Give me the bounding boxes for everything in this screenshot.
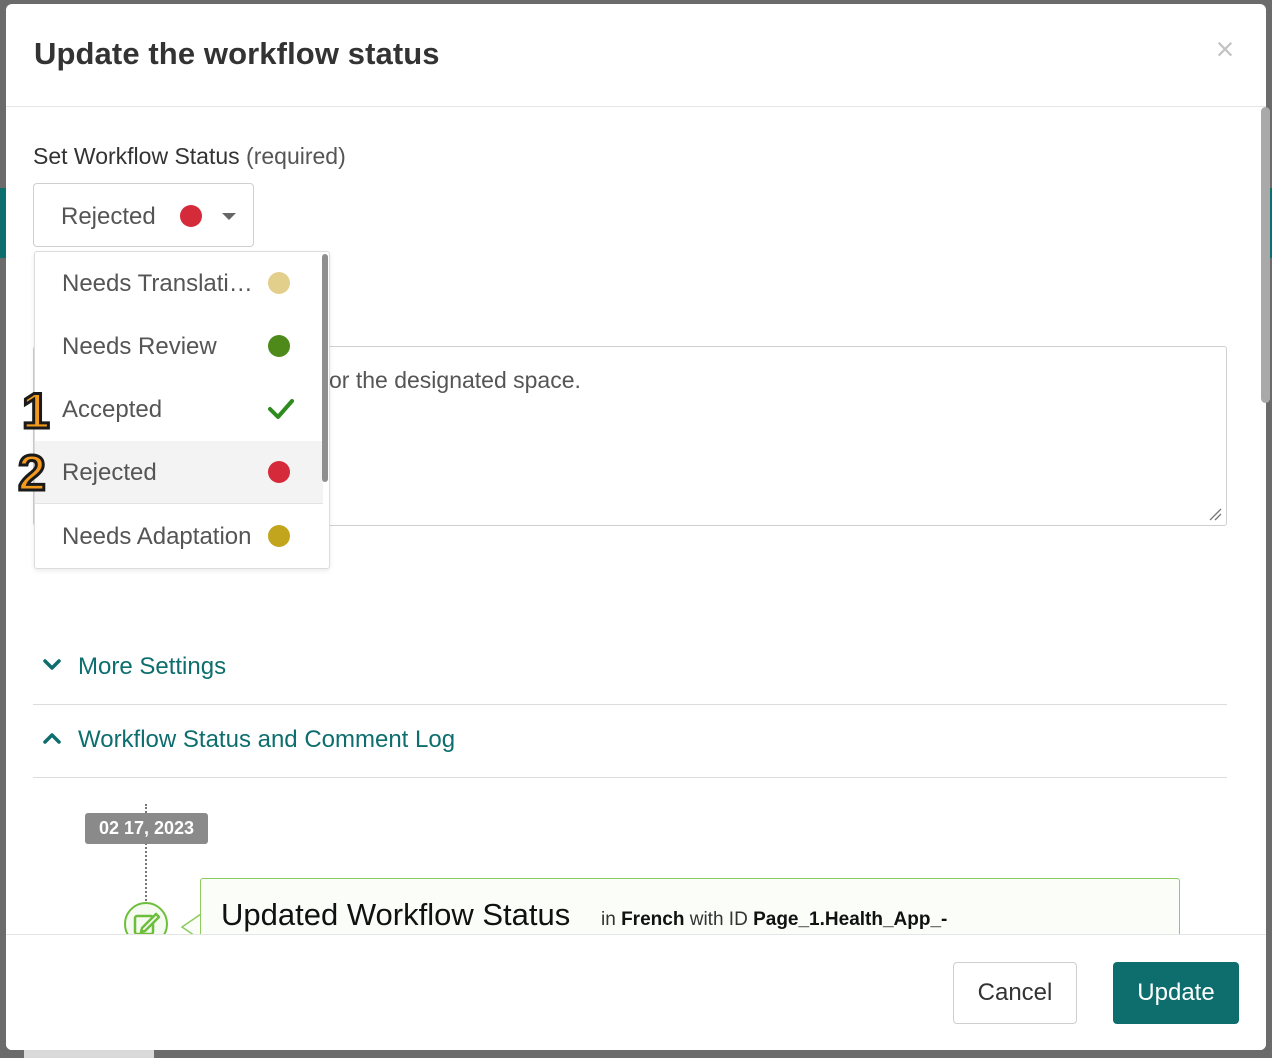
log-date-badge: 02 17, 2023 [85, 813, 208, 844]
option-label: Needs Adaptation [62, 523, 252, 550]
resize-grip-icon[interactable] [1208, 507, 1222, 521]
status-option-rejected[interactable]: Rejected [35, 441, 323, 504]
more-settings-label: More Settings [78, 653, 227, 680]
more-settings-toggle[interactable]: More Settings [33, 632, 1227, 705]
log-id-value: Page_1.Health_App_- [753, 909, 948, 930]
status-dot-icon [268, 461, 290, 483]
status-dropdown-menu: Needs Translation Needs Review Accepted … [34, 251, 330, 569]
dropdown-scrollbar[interactable] [322, 254, 328, 482]
modal-body: Set Workflow Status (required) Rejected … [6, 107, 1266, 948]
status-dot-icon [268, 335, 290, 357]
log-entry-meta: in French with ID Page_1.Health_App_- [601, 909, 947, 931]
workflow-status-select[interactable]: Rejected [33, 183, 254, 247]
caret-down-icon [222, 213, 236, 220]
update-button[interactable]: Update [1113, 962, 1239, 1024]
close-icon[interactable]: × [1210, 33, 1240, 65]
check-icon [268, 399, 294, 419]
modal-footer: Cancel Update [6, 934, 1266, 1050]
log-section-toggle[interactable]: Workflow Status and Comment Log [33, 705, 1227, 778]
status-option-needs-review[interactable]: Needs Review [35, 315, 323, 378]
background-panel-bottom [24, 1050, 154, 1058]
modal-header: Update the workflow status × [6, 4, 1266, 107]
option-label: Accepted [62, 396, 163, 423]
cancel-button[interactable]: Cancel [953, 962, 1077, 1024]
annotation-number-1: 1 [21, 382, 52, 441]
selected-status-dot [180, 205, 202, 227]
log-in-word: in [601, 909, 616, 930]
required-label: (required) [246, 143, 346, 169]
status-label-text: Set Workflow Status [33, 143, 240, 169]
status-option-needs-adaptation[interactable]: Needs Adaptation [35, 505, 323, 568]
status-option-needs-translation[interactable]: Needs Translation [35, 252, 323, 315]
workflow-status-modal: Update the workflow status × Set Workflo… [6, 4, 1266, 1050]
log-entry-title: Updated Workflow Status [221, 897, 571, 932]
option-label: Needs Review [62, 333, 217, 360]
chevron-down-icon [43, 659, 61, 670]
log-language: French [621, 909, 685, 930]
modal-title: Update the workflow status [34, 36, 440, 71]
modal-scrollbar[interactable] [1261, 107, 1270, 403]
status-option-accepted[interactable]: Accepted [35, 378, 323, 441]
status-field-label: Set Workflow Status (required) [33, 143, 346, 170]
option-label: Needs Translation [62, 270, 254, 297]
option-label: Rejected [62, 459, 157, 486]
annotation-number-2: 2 [17, 444, 48, 503]
comment-text: or the designated space. [329, 367, 581, 393]
log-section-label: Workflow Status and Comment Log [78, 726, 456, 753]
log-with-id-word: with ID [689, 909, 748, 930]
status-dot-icon [268, 272, 290, 294]
status-dot-icon [268, 525, 290, 547]
chevron-up-icon [43, 733, 61, 744]
selected-status-text: Rejected [61, 203, 156, 230]
